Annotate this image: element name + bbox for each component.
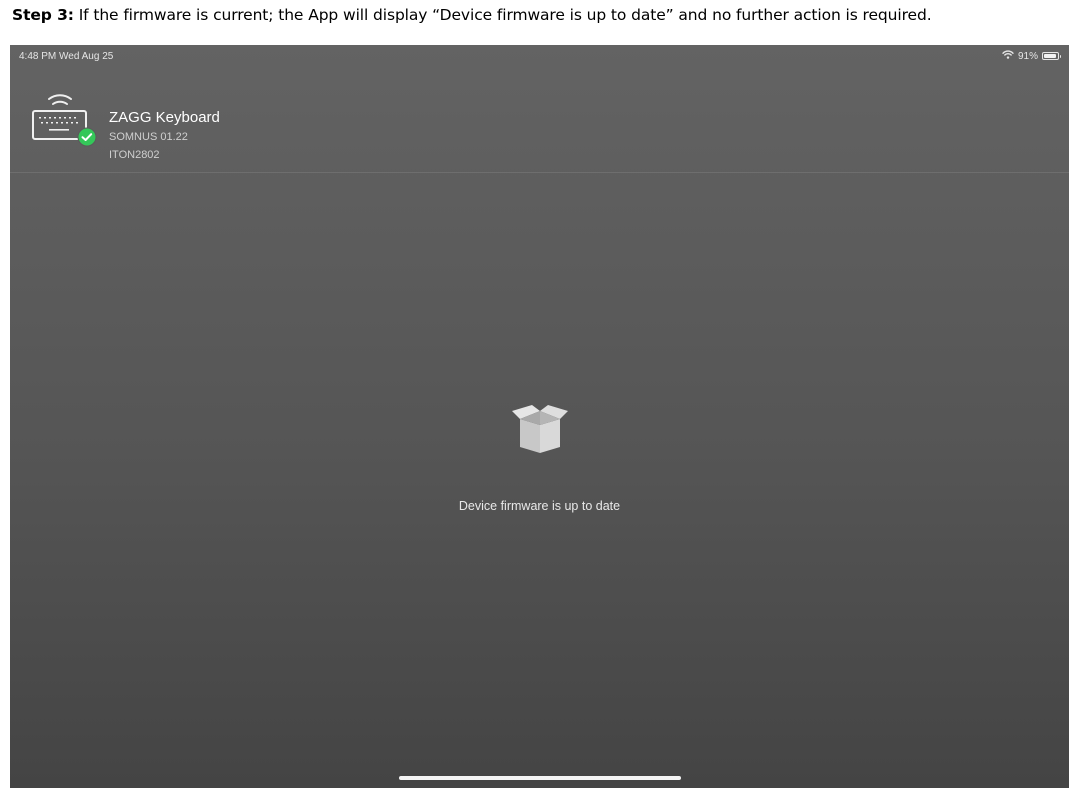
firmware-status: Device firmware is up to date — [10, 397, 1069, 513]
battery-icon — [1042, 52, 1061, 60]
device-firmware-version: SOMNUS 01.22 — [109, 131, 188, 143]
wifi-icon — [1002, 50, 1014, 62]
device-id: ITON2802 — [109, 149, 160, 161]
step-label: Step 3: — [12, 6, 74, 24]
keyboard-icon — [31, 85, 97, 152]
home-indicator[interactable] — [399, 776, 681, 780]
app-screen: 4:48 PM Wed Aug 25 91% ZAGG Keyboard SOM… — [10, 45, 1069, 788]
status-indicators: 91% — [1002, 50, 1061, 62]
instruction-text: If the firmware is current; the App will… — [73, 6, 932, 24]
status-time: 4:48 PM Wed Aug 25 — [19, 51, 114, 62]
status-message: Device firmware is up to date — [458, 499, 621, 513]
box-icon — [508, 397, 572, 457]
device-header[interactable]: ZAGG Keyboard SOMNUS 01.22 ITON2802 — [10, 67, 1069, 173]
status-bar: 4:48 PM Wed Aug 25 91% — [10, 45, 1069, 67]
device-name: ZAGG Keyboard — [109, 109, 220, 126]
battery-fill — [1044, 54, 1056, 58]
instruction-caption: Step 3: If the firmware is current; the … — [12, 6, 1072, 24]
check-badge-icon — [77, 127, 97, 152]
battery-text: 91% — [1017, 50, 1038, 62]
